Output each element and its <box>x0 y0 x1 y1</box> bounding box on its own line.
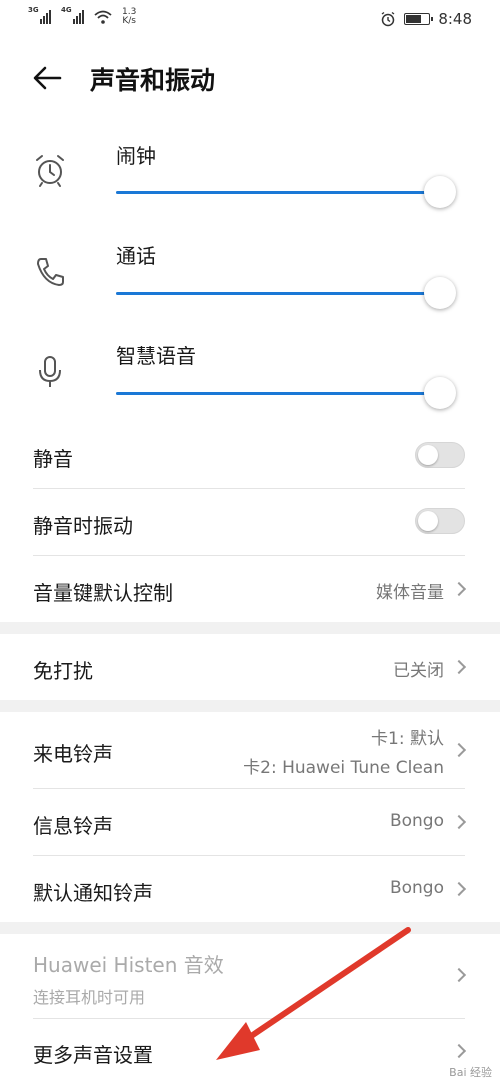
section-gap <box>0 700 500 712</box>
signal-icon: 3G <box>28 6 51 24</box>
ringtone-label: 来电铃声 <box>33 742 113 766</box>
back-arrow-icon[interactable] <box>30 63 66 93</box>
volume-key-row[interactable]: 音量键默认控制 媒体音量 <box>0 556 500 622</box>
battery-icon <box>404 13 434 25</box>
alarm-volume-fill <box>116 191 440 194</box>
alarm-volume-slider[interactable] <box>116 176 456 208</box>
more-sound-settings-row[interactable]: 更多声音设置 <box>0 1019 500 1084</box>
vibrate-mute-toggle[interactable] <box>415 508 465 534</box>
chevron-right-icon <box>451 659 467 675</box>
section-gap <box>0 922 500 934</box>
chevron-right-icon <box>451 1043 467 1059</box>
ringtone-sim1-value: 卡1: 默认 <box>371 729 444 749</box>
alarm-icon <box>381 11 395 27</box>
message-tone-row[interactable]: 信息铃声 Bongo <box>0 789 500 855</box>
chevron-right-icon <box>451 814 467 830</box>
sim1-type: 3G <box>28 6 39 14</box>
notify-tone-row[interactable]: 默认通知铃声 Bongo <box>0 856 500 922</box>
dnd-label: 免打扰 <box>33 659 93 683</box>
speed-unit: K/s <box>122 16 136 26</box>
vibrate-mute-toggle-knob <box>418 511 438 531</box>
voice-volume-row: 智慧语音 <box>0 332 500 432</box>
histen-row: Huawei Histen 音效 连接耳机时可用 <box>0 934 500 1018</box>
mute-row[interactable]: 静音 <box>0 422 500 488</box>
call-volume-label: 通话 <box>116 244 156 268</box>
alarm-volume-label: 闹钟 <box>116 144 156 168</box>
status-left: 3G 4G 1.3 K/s <box>28 6 136 26</box>
volume-key-label: 音量键默认控制 <box>33 581 173 605</box>
notify-tone-label: 默认通知铃声 <box>33 881 153 905</box>
voice-volume-fill <box>116 392 440 395</box>
header: 声音和振动 <box>0 55 500 105</box>
section-gap <box>0 622 500 634</box>
histen-label: Huawei Histen 音效 <box>33 953 224 977</box>
vibrate-mute-row[interactable]: 静音时振动 <box>0 489 500 555</box>
status-time: 8:48 <box>438 10 472 28</box>
histen-subtitle: 连接耳机时可用 <box>33 988 146 1007</box>
alarm-volume-thumb[interactable] <box>424 176 456 208</box>
call-volume-row: 通话 <box>0 232 500 332</box>
chevron-right-icon <box>451 881 467 897</box>
microphone-icon <box>39 356 61 387</box>
call-volume-slider[interactable] <box>116 277 456 309</box>
alarm-volume-row: 闹钟 <box>0 132 500 232</box>
call-volume-fill <box>116 292 440 295</box>
chevron-right-icon <box>451 742 467 758</box>
dnd-value: 已关闭 <box>393 661 444 681</box>
message-tone-label: 信息铃声 <box>33 814 113 838</box>
message-tone-value: Bongo <box>389 811 444 831</box>
mute-toggle[interactable] <box>415 442 465 468</box>
vibrate-mute-label: 静音时振动 <box>33 514 133 538</box>
network-speed: 1.3 K/s <box>122 8 136 26</box>
watermark: Bai 经验 <box>449 1066 492 1079</box>
voice-volume-label: 智慧语音 <box>116 344 196 368</box>
wifi-icon <box>94 10 112 24</box>
ringtone-sim2-value: 卡2: Huawei Tune Clean <box>243 758 444 778</box>
ringtone-row[interactable]: 来电铃声 卡1: 默认 卡2: Huawei Tune Clean <box>0 712 500 788</box>
mute-label: 静音 <box>33 447 73 471</box>
more-sound-settings-label: 更多声音设置 <box>33 1043 153 1067</box>
chevron-right-icon <box>451 967 467 983</box>
status-right: 8:48 <box>380 10 472 28</box>
volume-key-value: 媒体音量 <box>376 583 444 603</box>
voice-volume-thumb[interactable] <box>424 377 456 409</box>
signal-icon-2: 4G <box>61 6 84 24</box>
dnd-row[interactable]: 免打扰 已关闭 <box>0 634 500 700</box>
voice-volume-slider[interactable] <box>116 377 456 409</box>
call-volume-thumb[interactable] <box>424 277 456 309</box>
sim2-type: 4G <box>61 6 72 14</box>
mute-toggle-knob <box>418 445 438 465</box>
notify-tone-value: Bongo <box>389 878 444 898</box>
alarm-clock-icon <box>36 155 64 187</box>
status-bar: 3G 4G 1.3 K/s 8:48 <box>0 0 500 40</box>
page-title: 声音和振动 <box>90 66 216 95</box>
chevron-right-icon <box>451 581 467 597</box>
phone-icon <box>37 258 64 286</box>
